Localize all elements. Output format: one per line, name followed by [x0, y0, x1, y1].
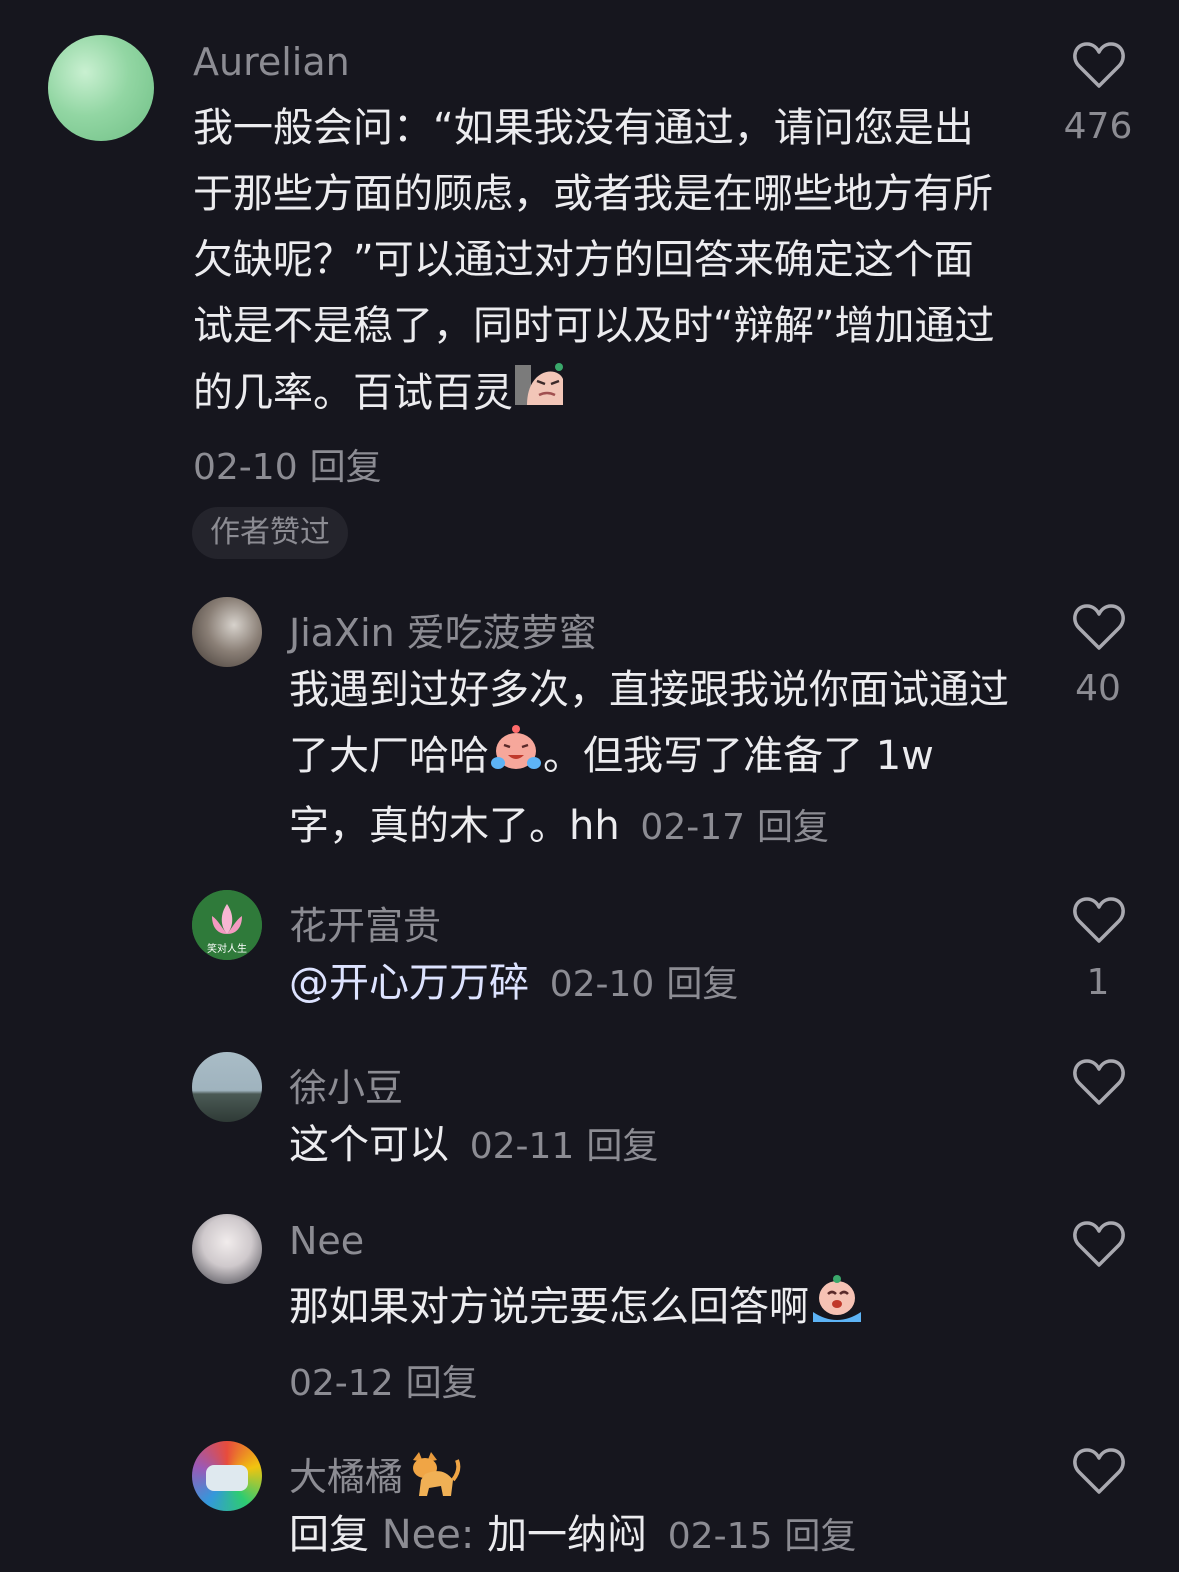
reply-button[interactable]: 回复 — [586, 1126, 658, 1167]
smirk-emoji-icon — [513, 359, 565, 431]
author-liked-badge: 作者赞过 — [192, 507, 348, 559]
avatar[interactable] — [192, 1441, 262, 1511]
heart-icon[interactable] — [1071, 602, 1127, 652]
comment-author[interactable]: JiaXin 爱吃菠萝蜜 — [289, 602, 597, 657]
comment-text: 我一般会问：“如果我没有通过，请问您是出于那些方面的顾虑，或者我是在哪些地方有所… — [193, 95, 1013, 431]
avatar[interactable] — [192, 597, 262, 667]
cat-emoji-icon — [407, 1450, 463, 1509]
comment-meta: 02-10 回复 — [193, 438, 382, 490]
comment-text: 这个可以 02-11 回复 — [289, 1112, 1019, 1180]
heart-icon[interactable] — [1071, 40, 1127, 90]
lotus-icon: 笑对人生 — [192, 890, 262, 960]
comment-body: 加一纳闷 — [487, 1512, 648, 1558]
like-count: 40 — [1075, 668, 1121, 709]
like-count: 476 — [1063, 106, 1133, 147]
heart-icon[interactable] — [1071, 895, 1127, 945]
comment-meta: 02-12 回复 — [289, 1354, 478, 1406]
comment-date: 02-17 — [640, 807, 746, 848]
reply-button[interactable]: 回复 — [310, 447, 382, 488]
comment-author[interactable]: Nee — [289, 1219, 364, 1263]
avatar[interactable] — [192, 1052, 262, 1122]
reply-prefix: 回复 — [289, 1512, 369, 1558]
comment-author[interactable]: 花开富贵 — [289, 895, 441, 950]
reply-button[interactable]: 回复 — [757, 807, 829, 848]
like-count: 1 — [1086, 962, 1110, 1003]
comment-date: 02-10 — [193, 447, 298, 488]
heart-icon[interactable] — [1071, 1446, 1127, 1496]
comment-author[interactable]: 徐小豆 — [289, 1057, 403, 1112]
author-name: 大橘橘 — [289, 1455, 404, 1499]
avatar[interactable] — [192, 1214, 262, 1284]
heart-icon[interactable] — [1071, 1057, 1127, 1107]
comment-body: 我一般会问：“如果我没有通过，请问您是出于那些方面的顾虑，或者我是在哪些地方有所… — [193, 105, 995, 416]
comment-date: 02-10 — [549, 964, 655, 1005]
crying-emoji-icon — [809, 1274, 865, 1344]
comment-text: 回复 Nee: 加一纳闷 02-15 回复 — [289, 1502, 1019, 1570]
reply-button[interactable]: 回复 — [784, 1516, 856, 1557]
reply-button[interactable]: 回复 — [666, 964, 738, 1005]
comment-date: 02-11 — [469, 1126, 575, 1167]
avatar[interactable]: 笑对人生 — [192, 890, 262, 960]
heart-icon[interactable] — [1071, 1219, 1127, 1269]
laughing-crying-emoji-icon — [489, 723, 543, 793]
svg-text:笑对人生: 笑对人生 — [207, 942, 247, 955]
comment-text: 那如果对方说完要怎么回答啊 — [289, 1274, 1019, 1344]
comment-body: 那如果对方说完要怎么回答啊 — [289, 1284, 809, 1330]
comment-date: 02-12 — [289, 1363, 394, 1404]
reply-target[interactable]: Nee: — [382, 1512, 475, 1558]
reply-button[interactable]: 回复 — [406, 1363, 478, 1404]
comment-author[interactable]: Aurelian — [193, 40, 350, 84]
comment-text: 我遇到过好多次，直接跟我说你面试通过了大厂哈哈 。但我写了准备了 1w 字，真的… — [289, 657, 1019, 861]
avatar[interactable] — [48, 35, 154, 141]
comment-body: 这个可以 — [289, 1122, 449, 1168]
comment-author[interactable]: 大橘橘 — [289, 1446, 463, 1509]
mention-link[interactable]: @开心万万碎 — [289, 960, 529, 1006]
comment-date: 02-15 — [667, 1516, 773, 1557]
comment-text: @开心万万碎 02-10 回复 — [289, 950, 1019, 1018]
